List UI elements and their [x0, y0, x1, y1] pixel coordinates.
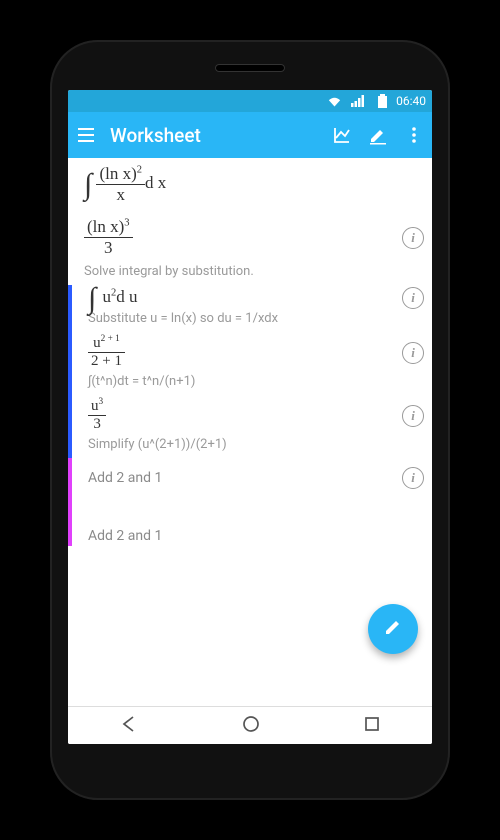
step-hint: Substitute u = ln(x) so du = 1/xdx — [68, 311, 432, 332]
info-button[interactable]: i — [402, 405, 424, 427]
page-title: Worksheet — [110, 124, 318, 147]
expr-add-step[interactable]: Add 2 and 1 i — [68, 458, 432, 498]
info-button[interactable]: i — [402, 227, 424, 249]
step-hint: ∫(t^n)dt = t^n/(n+1) — [68, 374, 432, 395]
phone-frame: 06:40 Worksheet — [50, 40, 450, 800]
expr-integral-input[interactable]: ∫ (ln x)2 x d x — [68, 158, 432, 211]
android-nav-bar — [68, 706, 432, 744]
status-bar: 06:40 — [68, 90, 432, 112]
info-button[interactable]: i — [402, 342, 424, 364]
phone-speaker — [215, 64, 285, 72]
worksheet-content[interactable]: ∫ (ln x)2 x d x (ln x)3 3 i Solve integ — [68, 158, 432, 706]
expr-result[interactable]: (ln x)3 3 i — [68, 211, 432, 264]
info-button[interactable]: i — [402, 467, 424, 489]
appbar-actions — [332, 125, 424, 145]
edit-icon[interactable] — [368, 125, 388, 145]
step-hint: Solve integral by substitution. — [68, 264, 432, 285]
integral-sign: ∫ — [88, 282, 96, 315]
integral-sign: ∫ — [84, 168, 92, 201]
nav-recent-icon[interactable] — [363, 715, 381, 737]
spacer — [68, 498, 432, 516]
app-bar: Worksheet — [68, 112, 432, 158]
nav-back-icon[interactable] — [119, 714, 139, 738]
nav-home-icon[interactable] — [241, 714, 261, 738]
screen: 06:40 Worksheet — [68, 90, 432, 744]
expr-simplified[interactable]: u3 3 i — [68, 395, 432, 437]
graph-icon[interactable] — [332, 125, 352, 145]
signal-icon — [348, 91, 368, 111]
wifi-icon — [324, 91, 344, 111]
step-hint: Simplify (u^(2+1))/(2+1) — [68, 437, 432, 458]
pencil-icon — [382, 616, 404, 643]
expr-sub-integral[interactable]: ∫ u2d u i — [68, 285, 432, 311]
fab-edit-button[interactable] — [368, 604, 418, 654]
overflow-icon[interactable] — [404, 125, 424, 145]
battery-icon — [372, 91, 392, 111]
expr-power-rule[interactable]: u2 + 1 2 + 1 i — [68, 332, 432, 374]
status-time: 06:40 — [396, 94, 426, 108]
expr-add-step[interactable]: Add 2 and 1 — [68, 516, 432, 546]
menu-icon[interactable] — [76, 125, 96, 145]
info-button[interactable]: i — [402, 287, 424, 309]
